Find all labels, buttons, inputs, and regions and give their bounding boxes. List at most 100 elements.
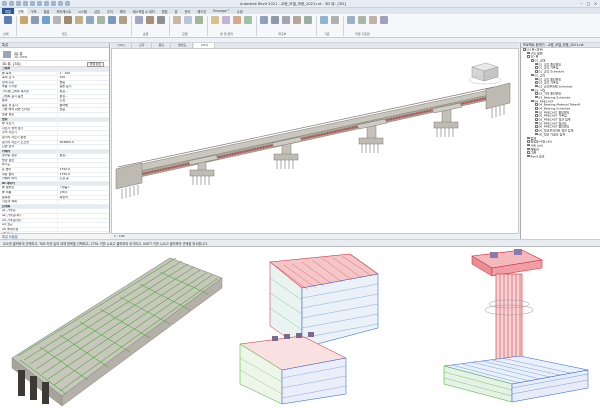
view-icon xyxy=(531,88,534,92)
browser-tree-item[interactable]: Revit 링크 xyxy=(521,154,600,159)
instance-filter[interactable]: 3D 뷰: {3D} 유형 편집 xyxy=(0,61,109,67)
maximize-button[interactable]: □ xyxy=(585,1,592,6)
status-text: 요소를 클릭하여 선택하고, TAB 키를 눌러 대체 항목을 선택하고, CT… xyxy=(3,242,208,246)
room-separator-icon[interactable] xyxy=(222,16,230,24)
grid-icon[interactable] xyxy=(331,16,339,24)
pier-column-rebar-render xyxy=(443,249,589,403)
view-icon xyxy=(535,77,538,80)
view-icon xyxy=(535,81,538,84)
vertical-opening-icon[interactable] xyxy=(293,16,301,24)
view-icon xyxy=(535,132,538,136)
view-icon xyxy=(535,121,538,125)
set-workplane-icon[interactable] xyxy=(347,16,355,24)
browser-tree: [0] 뷰 (모두) 구조 평면 3D 뷰 01_교대 01_교각 종단면도 01_교각 … xyxy=(521,48,600,159)
ribbon-panel-area: 선택 빌드 순환 모델 방 및 면적 개구부 기준 작업 기준면 xyxy=(0,14,600,38)
3d-viewport[interactable] xyxy=(111,48,519,234)
view-icon xyxy=(535,84,538,88)
show-workplane-icon[interactable] xyxy=(358,16,366,24)
ramp-icon[interactable] xyxy=(146,16,154,24)
view-icon xyxy=(535,66,538,69)
project-browser: 프로젝트 탐색기 - 교량_모델_최종_2021.rvt [0] 뷰 (모두) 구… xyxy=(520,43,600,239)
expand-icon xyxy=(527,55,530,58)
print-icon[interactable] xyxy=(37,1,42,6)
view-scale[interactable]: 1 : 100 xyxy=(114,234,125,238)
column-tool-icon[interactable] xyxy=(64,16,72,24)
girder-rebar-render xyxy=(11,257,223,407)
undo-icon[interactable] xyxy=(23,1,28,6)
panel-label-workplane: 작업 기준면 xyxy=(355,32,370,36)
revit-window: Autodesk Revit 2021 - 교량_모델_최종_2021.rvt … xyxy=(0,0,600,247)
view-icon xyxy=(531,59,534,62)
view-icon xyxy=(535,103,538,106)
panel-label-select: 선택 xyxy=(3,32,9,36)
dormer-icon[interactable] xyxy=(304,16,312,24)
quick-access-toolbar xyxy=(2,1,70,6)
shaft-icon[interactable] xyxy=(271,16,279,24)
view-icon xyxy=(535,92,538,95)
text-icon[interactable] xyxy=(65,1,70,6)
area-icon[interactable] xyxy=(244,16,252,24)
level-icon[interactable] xyxy=(320,16,328,24)
window-tool-icon[interactable] xyxy=(42,16,50,24)
expand-icon xyxy=(527,151,530,154)
view-icon xyxy=(535,118,538,121)
view-icon xyxy=(535,107,538,110)
roof-tool-icon[interactable] xyxy=(75,16,83,24)
redo-icon[interactable] xyxy=(30,1,35,6)
curtain-system-icon[interactable] xyxy=(108,16,116,24)
panel-label-model: 모델 xyxy=(182,32,188,36)
instance-filter-label: 3D 뷰: {3D} xyxy=(2,62,22,66)
panel-label-build: 빌드 xyxy=(62,32,68,36)
edit-type-button[interactable]: 유형 편집 xyxy=(86,62,104,67)
view-icon xyxy=(535,95,538,99)
room-icon[interactable] xyxy=(211,16,219,24)
view-icon xyxy=(535,125,538,128)
tag-room-icon[interactable] xyxy=(233,16,241,24)
minimize-button[interactable]: – xyxy=(578,1,585,6)
open-icon[interactable] xyxy=(9,1,14,6)
panel-label-datum: 기준 xyxy=(324,32,330,36)
measure-icon[interactable] xyxy=(44,1,49,6)
type-subname: 3D View xyxy=(14,55,28,59)
view-icon xyxy=(531,99,534,103)
ceiling-tool-icon[interactable] xyxy=(86,16,94,24)
opening-by-face-icon[interactable] xyxy=(260,16,268,24)
viewer-icon[interactable] xyxy=(380,16,388,24)
section-icon[interactable] xyxy=(58,1,63,6)
model-group-icon[interactable] xyxy=(195,16,203,24)
close-button[interactable]: × xyxy=(592,1,599,6)
app-menu-icon[interactable] xyxy=(2,1,7,6)
view-icon xyxy=(535,129,538,132)
status-bar: 요소를 클릭하여 선택하고, TAB 키를 눌러 대체 항목을 선택하고, CT… xyxy=(0,239,600,246)
component-tool-icon[interactable] xyxy=(53,16,61,24)
save-icon[interactable] xyxy=(16,1,21,6)
door-tool-icon[interactable] xyxy=(31,16,39,24)
ref-plane-icon[interactable] xyxy=(369,16,377,24)
stair-icon[interactable] xyxy=(157,16,165,24)
wall-opening-icon[interactable] xyxy=(282,16,290,24)
model-line-icon[interactable] xyxy=(184,16,192,24)
floor-tool-icon[interactable] xyxy=(97,16,105,24)
view-icon xyxy=(535,110,538,114)
expand-icon xyxy=(527,140,530,143)
model-text-icon[interactable] xyxy=(173,16,181,24)
modify-tool-icon[interactable] xyxy=(4,16,12,24)
properties-palette: 특성 3D 뷰 3D View 3D 뷰: {3D} 유형 편집 그래픽 뷰 축척… xyxy=(0,43,110,239)
view-icon xyxy=(531,73,534,77)
expand-icon xyxy=(527,51,530,55)
title-bar: Autodesk Revit 2021 - 교량_모델_최종_2021.rvt … xyxy=(0,0,600,8)
panel-label-opening: 개구부 xyxy=(278,32,287,36)
3d-view-icon[interactable] xyxy=(51,1,56,6)
view-icon xyxy=(535,70,538,73)
panel-label-circulation: 순환 xyxy=(143,32,149,36)
browser-item-label: 06_철근 가공도 집계 xyxy=(538,132,566,137)
type-selector[interactable]: 3D 뷰 3D View xyxy=(0,48,109,61)
wall-tool-icon[interactable] xyxy=(20,16,28,24)
view-icon xyxy=(535,114,538,117)
mullion-icon[interactable] xyxy=(119,16,127,24)
properties-table: 그래픽 뷰 축척 1 : 100 축척 값 1: 100 상세 수준 높음 부품 가시성 원본 … xyxy=(0,67,109,237)
panel-label-room-area: 방 및 면적 xyxy=(220,32,233,36)
railing-icon[interactable] xyxy=(135,16,143,24)
viewcube-icon[interactable] xyxy=(468,62,502,85)
browser-item-label: Revit 링크 xyxy=(530,154,545,159)
